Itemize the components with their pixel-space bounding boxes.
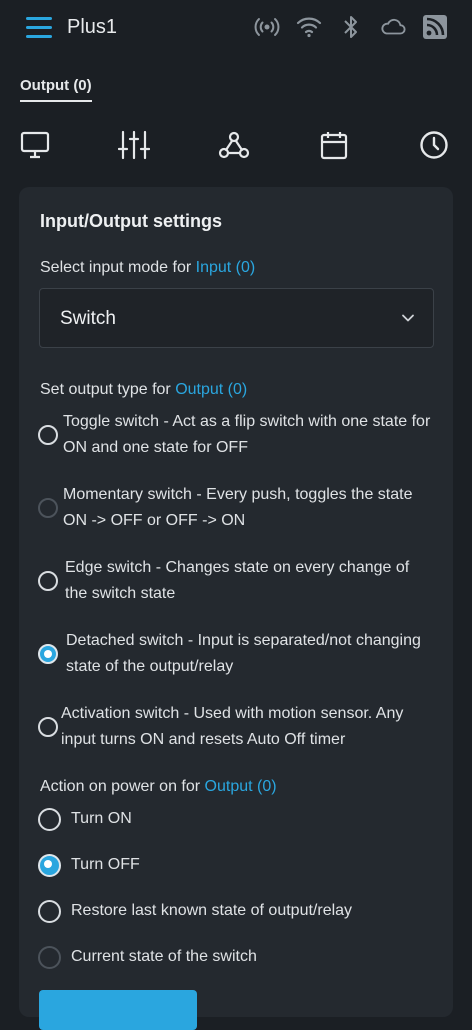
radio-current-state[interactable]: Current state of the switch: [38, 945, 438, 971]
wifi-icon: [296, 14, 322, 40]
radio-button[interactable]: [38, 425, 58, 445]
input-mode-label: Select input mode for Input (0): [40, 259, 255, 277]
radio-button[interactable]: [38, 900, 61, 923]
calendar-icon[interactable]: [317, 128, 351, 162]
radio-button-selected[interactable]: [38, 644, 58, 664]
radio-button-selected[interactable]: [38, 854, 61, 877]
radio-label: Turn OFF: [71, 856, 140, 873]
io-settings-card: Input/Output settings Select input mode …: [19, 187, 453, 1030]
chevron-down-icon: [401, 311, 415, 325]
radio-label: Restore last known state of output/relay: [71, 902, 353, 919]
radio-label: Momentary switch - Every push, toggles t…: [63, 486, 413, 529]
bluetooth-icon: [338, 14, 364, 40]
section-icon-row: [0, 128, 472, 164]
radio-label: Current state of the switch: [71, 948, 257, 965]
radio-button[interactable]: [38, 571, 58, 591]
radio-label: Activation switch - Used with motion sen…: [61, 705, 404, 748]
clock-icon[interactable]: [417, 128, 451, 162]
broadcast-icon: [254, 14, 280, 40]
card-title: Input/Output settings: [40, 211, 222, 231]
radio-detached-switch[interactable]: Detached switch - Input is separated/not…: [38, 628, 438, 684]
input-mode-prefix: Select input mode for: [40, 259, 196, 276]
radio-toggle-switch[interactable]: Toggle switch - Act as a flip switch wit…: [38, 409, 438, 465]
input-link[interactable]: Input (0): [196, 259, 256, 276]
radio-edge-switch[interactable]: Edge switch - Changes state on every cha…: [38, 555, 438, 611]
radio-button[interactable]: [38, 717, 58, 737]
power-on-label: Action on power on for Output (0): [40, 778, 277, 796]
radio-button[interactable]: [38, 498, 58, 518]
output-type-prefix: Set output type for: [40, 381, 176, 398]
radio-turn-off[interactable]: Turn OFF: [38, 853, 438, 879]
cloud-icon: [380, 14, 406, 40]
status-icons: [254, 14, 448, 40]
save-button[interactable]: [39, 990, 197, 1030]
radio-label: Edge switch - Changes state on every cha…: [65, 559, 410, 602]
menu-icon[interactable]: [26, 17, 52, 39]
radio-button[interactable]: [38, 946, 61, 969]
radio-turn-on[interactable]: Turn ON: [38, 807, 438, 833]
input-mode-value: Switch: [60, 308, 116, 329]
power-on-prefix: Action on power on for: [40, 778, 205, 795]
monitor-icon[interactable]: [18, 128, 52, 162]
radio-restore-last[interactable]: Restore last known state of output/relay: [38, 899, 438, 925]
app-title: Plus1: [67, 16, 118, 38]
webhook-icon[interactable]: [217, 128, 251, 162]
rss-icon: [422, 14, 448, 40]
radio-momentary-switch[interactable]: Momentary switch - Every push, toggles t…: [38, 482, 438, 538]
sliders-icon[interactable]: [117, 128, 151, 162]
tab-output[interactable]: Output (0): [20, 77, 92, 102]
radio-button[interactable]: [38, 808, 61, 831]
radio-label: Turn ON: [71, 810, 132, 827]
top-bar: Plus1: [0, 0, 472, 58]
input-mode-select[interactable]: Switch: [39, 288, 434, 348]
radio-label: Toggle switch - Act as a flip switch wit…: [63, 413, 431, 456]
output-link[interactable]: Output (0): [175, 381, 247, 398]
output-type-label: Set output type for Output (0): [40, 381, 247, 399]
radio-label: Detached switch - Input is separated/not…: [66, 632, 421, 675]
output-link[interactable]: Output (0): [205, 778, 277, 795]
radio-activation-switch[interactable]: Activation switch - Used with motion sen…: [38, 701, 438, 757]
